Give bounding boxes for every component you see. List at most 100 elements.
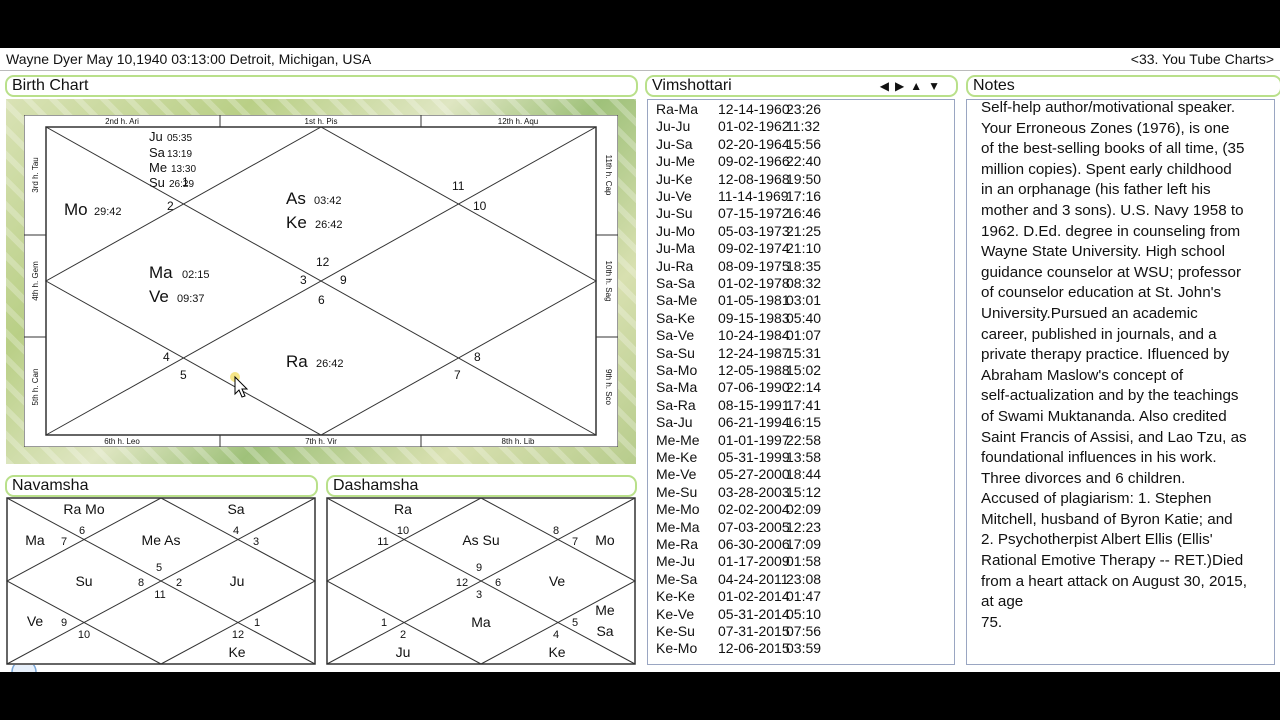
planet-saturn-degree: 13:19 (167, 149, 192, 160)
chart-info-bar: Wayne Dyer May 10,1940 03:13:00 Detroit,… (0, 48, 1280, 71)
vimshottari-date: 04-24-2011 (718, 570, 789, 587)
house-label-10: 10th h. Sag (604, 261, 613, 302)
house-label-4: 4th h. Gem (31, 261, 40, 301)
vimshottari-period: Me-Ke (656, 449, 698, 465)
house-label-9: 9th h. Sco (604, 369, 613, 406)
vimshottari-period: Ju-Ra (656, 257, 694, 274)
dashamsha-sign-number: 11 (377, 536, 388, 548)
planet-mercury[interactable]: Me (149, 160, 167, 175)
notes-line: Saint Francis of Assisi, and Lao Tzu, as (981, 428, 1247, 446)
astrology-app-window: Wayne Dyer May 10,1940 03:13:00 Detroit,… (0, 48, 1280, 672)
house-label-2: 2nd h. Ari (105, 117, 139, 126)
vimshottari-time: 18:44 (786, 466, 822, 483)
navamsha-sign-number: 10 (78, 629, 90, 641)
birth-chart-header: Birth Chart (5, 75, 638, 97)
arrow-down-icon[interactable]: ▼ (928, 79, 946, 93)
navamsha-sign-number: 6 (79, 525, 85, 537)
navamsha-sign-number: 7 (61, 536, 67, 548)
planet-sun[interactable]: Su (149, 175, 165, 190)
dashamsha-header: Dashamsha (326, 475, 637, 497)
vimshottari-date: 07-31-2015 (718, 623, 790, 639)
dashamsha-house-planets: As Su (462, 532, 499, 548)
vimshottari-time: 07:56 (786, 623, 822, 639)
vimshottari-time: 15:02 (786, 362, 822, 378)
dashamsha-sign-number: 3 (476, 589, 482, 601)
planet-rahu[interactable]: Ra (286, 352, 308, 371)
vimshottari-time: 22:40 (786, 153, 822, 170)
vimshottari-time: 23:08 (786, 570, 822, 587)
planet-venus[interactable]: Ve (149, 287, 169, 306)
arrow-left-icon[interactable]: ◀ (880, 79, 895, 93)
vimshottari-date: 12-05-1988 (718, 362, 790, 378)
vimshottari-date: 01-05-1981 (718, 292, 790, 309)
dashamsha-chart[interactable]: Ra As Su Mo Ve Me Sa Ju Ma Ke 10 8 11 7 … (326, 497, 636, 665)
arrow-right-icon[interactable]: ▶ (895, 79, 910, 93)
vimshottari-date: 12-08-1968 (718, 170, 790, 187)
navamsha-label: Navamsha (12, 477, 89, 494)
notes-line: Abraham Maslow's concept of (981, 366, 1184, 384)
planet-sun-degree: 26:29 (169, 179, 194, 190)
vimshottari-period: Ju-Me (656, 153, 695, 170)
navamsha-sign-number: 11 (154, 589, 165, 601)
vimshottari-period: Me-Ju (656, 553, 695, 570)
vimshottari-date: 08-15-1991 (718, 396, 790, 413)
planet-moon[interactable]: Mo (64, 200, 88, 219)
house-label-8: 8th h. Lib (502, 437, 535, 446)
notes-line: million copies). Spent early childhood (981, 160, 1232, 178)
sign-number: 9 (340, 273, 347, 287)
vimshottari-time: 01:58 (786, 553, 822, 570)
planet-jupiter-degree: 05:35 (167, 133, 192, 144)
notes-line: Mitchell, husband of Byron Katie; and (981, 510, 1233, 528)
vimshottari-period: Sa-Su (656, 344, 695, 361)
vimshottari-period: Ke-Ke (656, 588, 695, 605)
navamsha-chart[interactable]: Ra Mo Sa Ma Me As Su Ju Ve Ke 6 4 7 3 5 … (6, 497, 316, 665)
arrow-up-icon[interactable]: ▲ (910, 79, 928, 93)
dashamsha-sign-number: 10 (397, 525, 409, 537)
vimshottari-date: 09-02-1974 (718, 240, 790, 257)
vimshottari-date: 05-03-1973 (718, 222, 790, 239)
vimshottari-label: Vimshottari (652, 77, 732, 94)
house-label-6: 6th h. Leo (104, 437, 140, 446)
notes-line: self-actualization and by the teachings (981, 387, 1239, 405)
vimshottari-time: 15:12 (786, 483, 822, 500)
sign-number: 5 (180, 368, 187, 382)
birth-chart[interactable]: 2nd h. Ari 1st h. Pis 12th h. Aqu 6th h.… (24, 115, 618, 447)
notes-line: Wayne State University. High school (981, 243, 1225, 261)
planet-ascendant[interactable]: As (286, 189, 306, 208)
vimshottari-date: 07-03-2005 (718, 518, 790, 535)
dashamsha-sign-number: 1 (381, 617, 387, 629)
vimshottari-time: 22:58 (786, 431, 822, 448)
dashamsha-sign-number: 6 (495, 577, 501, 589)
planet-ketu[interactable]: Ke (286, 213, 307, 232)
vimshottari-time: 21:10 (786, 240, 822, 257)
vimshottari-list[interactable]: Ra-Ma 12-14-1960 23:26 Ju-Ju 01-02-1962 11:32… (647, 99, 955, 665)
notes-label: Notes (973, 77, 1015, 94)
planet-saturn[interactable]: Sa (149, 145, 166, 160)
vimshottari-date: 11-14-1969 (718, 188, 789, 204)
notes-line: Three divorces and 6 children. (981, 469, 1186, 487)
planet-jupiter[interactable]: Ju (149, 129, 163, 144)
vimshottari-header: Vimshottari ◀▶▲▼ (645, 75, 958, 97)
house-label-5: 5th h. Can (31, 369, 40, 406)
planet-mars[interactable]: Ma (149, 263, 173, 282)
vimshottari-time: 01:47 (786, 588, 822, 605)
vimshottari-time: 15:31 (786, 344, 822, 361)
vimshottari-time: 23:26 (786, 101, 822, 117)
vimshottari-period: Sa-Sa (656, 275, 695, 291)
vimshottari-date: 12-14-1960 (718, 101, 790, 117)
vimshottari-date: 06-30-2006 (718, 536, 790, 552)
dashamsha-sign-number: 12 (456, 577, 468, 589)
notes-line: Self-help author/motivational speaker. (981, 99, 1236, 116)
vimshottari-date: 07-15-1972 (718, 205, 790, 222)
sign-number: 8 (474, 350, 481, 364)
vimshottari-period: Ju-Ma (656, 240, 695, 257)
vimshottari-date: 03-28-2003 (718, 483, 790, 500)
house-label-1: 1st h. Pis (305, 117, 338, 126)
vimshottari-date: 06-21-1994 (718, 414, 790, 431)
vimshottari-date: 05-27-2000 (718, 466, 790, 483)
vimshottari-date: 02-20-1964 (718, 135, 790, 152)
vimshottari-period: Ke-Su (656, 623, 695, 639)
navamsha-house-planets: Ve (27, 613, 44, 629)
vimshottari-period: Me-Ma (656, 518, 700, 535)
chart-set-link[interactable]: <33. You Tube Charts> (1131, 48, 1274, 70)
